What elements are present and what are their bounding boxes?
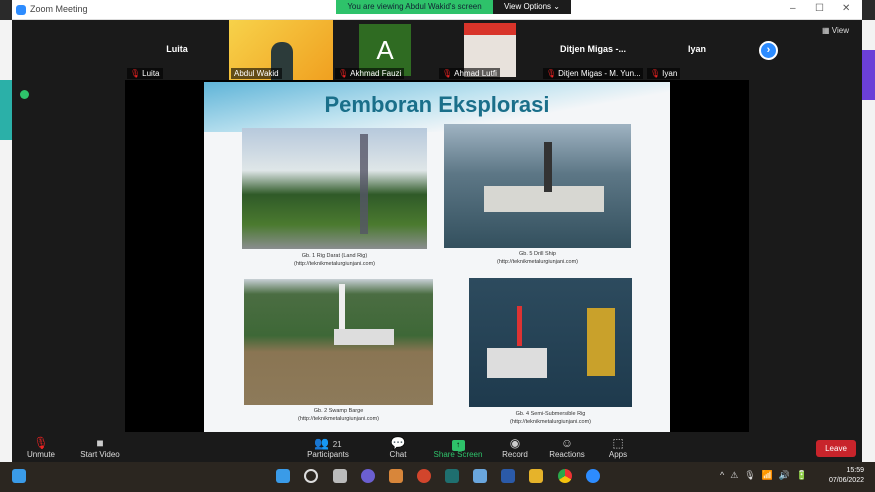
background-app bbox=[0, 20, 12, 462]
participant-tile[interactable]: A 🎙 Akhmad Fauzi bbox=[333, 20, 437, 80]
drill-ship-image bbox=[444, 124, 631, 248]
participant-label: Abdul Wakid bbox=[231, 68, 282, 79]
powerpoint-icon[interactable] bbox=[417, 469, 431, 483]
task-view-icon[interactable] bbox=[333, 469, 347, 483]
apps-button[interactable]: ⬚ Apps bbox=[588, 436, 648, 459]
presentation-slide: Pemboran Eksplorasi Gb. 1 Rig Darat (Lan… bbox=[204, 82, 670, 432]
participant-name: Iyan bbox=[687, 44, 706, 54]
teams-icon[interactable] bbox=[361, 469, 375, 483]
app-icon[interactable] bbox=[445, 469, 459, 483]
close-button[interactable]: ✕ bbox=[842, 3, 850, 14]
zoom-icon[interactable] bbox=[586, 469, 600, 483]
figure-caption: Gb. 1 Rig Darat (Land Rig) (http://teknik… bbox=[293, 253, 375, 267]
participant-label: 🎙 Iyan bbox=[647, 68, 681, 79]
window-title: Zoom Meeting bbox=[30, 4, 88, 14]
notepad-icon[interactable] bbox=[473, 469, 487, 483]
participant-label: 🎙 Akhmad Fauzi bbox=[335, 68, 405, 79]
participant-tile[interactable]: Abdul Wakid bbox=[229, 20, 333, 80]
background-app-right bbox=[862, 20, 875, 462]
zoom-logo-icon bbox=[16, 5, 26, 15]
land-rig-image bbox=[242, 128, 427, 249]
semi-submersible-rig-image bbox=[469, 278, 632, 407]
next-page-button[interactable]: › bbox=[759, 41, 778, 60]
unmute-button[interactable]: 🎙 Unmute bbox=[11, 436, 71, 459]
minimize-button[interactable]: – bbox=[790, 3, 796, 14]
figure-caption: Gb. 5 Drill Ship (http://teknikmetalurgiu… bbox=[496, 251, 578, 265]
apps-icon: ⬚ bbox=[612, 436, 624, 450]
media-player-icon[interactable] bbox=[389, 469, 403, 483]
participant-name: Ditjen Migas -... bbox=[559, 44, 626, 54]
leave-button[interactable]: Leave bbox=[816, 440, 856, 457]
chat-icon: 💬 bbox=[390, 436, 406, 450]
muted-mic-icon: 🎙 bbox=[130, 69, 141, 78]
participant-tile[interactable]: Iyan 🎙 Iyan bbox=[645, 20, 749, 80]
slide-title: Pemboran Eksplorasi bbox=[324, 92, 550, 117]
participant-label: 🎙 Ahmad Lutfi bbox=[439, 68, 500, 79]
participant-tile[interactable]: Luita 🎙 Luita bbox=[125, 20, 229, 80]
file-explorer-icon[interactable] bbox=[529, 469, 543, 483]
viewing-banner: You are viewing Abdul Wakid's screen bbox=[336, 0, 493, 14]
widgets-icon[interactable] bbox=[12, 469, 26, 483]
share-screen-button[interactable]: ↑ Share Screen bbox=[428, 436, 488, 459]
record-button[interactable]: ◉ Record bbox=[485, 436, 545, 459]
figure-caption: Gb. 2 Swamp Barge (http://teknikmetalurgi… bbox=[297, 408, 379, 422]
video-off-icon: ■ bbox=[96, 436, 104, 450]
security-shield-icon bbox=[20, 90, 29, 99]
chat-button[interactable]: 💬 Chat bbox=[368, 436, 428, 459]
start-icon[interactable] bbox=[276, 469, 290, 483]
search-icon[interactable] bbox=[304, 469, 318, 483]
participant-tile[interactable]: 🎙 Ahmad Lutfi bbox=[437, 20, 541, 80]
view-button[interactable]: ▦ View bbox=[822, 26, 849, 35]
participants-icon: 👥 21 bbox=[314, 436, 342, 450]
swamp-barge-image bbox=[244, 279, 433, 405]
figure-caption: Gb. 4 Semi-Submersible Rig (http://teknik… bbox=[509, 411, 591, 425]
participant-tile[interactable]: Ditjen Migas -... 🎙 Ditjen Migas - M. Yun.… bbox=[541, 20, 645, 80]
participant-label: 🎙 Luita bbox=[127, 68, 163, 79]
participant-label: 🎙 Ditjen Migas - M. Yun... bbox=[543, 68, 643, 79]
participant-name: Luita bbox=[166, 44, 188, 54]
muted-mic-icon: 🎙 bbox=[33, 436, 49, 450]
chrome-icon[interactable] bbox=[558, 469, 572, 483]
start-video-button[interactable]: ■ Start Video bbox=[70, 436, 130, 459]
participants-button[interactable]: 👥 21 Participants bbox=[298, 436, 358, 459]
system-tray-icons[interactable]: ^⚠🎙📶🔊🔋 bbox=[720, 470, 813, 481]
clock[interactable]: 15:59 07/06/2022 bbox=[826, 466, 864, 486]
record-icon: ◉ bbox=[509, 436, 521, 450]
view-options-button[interactable]: View Options ⌄ bbox=[493, 0, 571, 14]
word-icon[interactable] bbox=[501, 469, 515, 483]
maximize-button[interactable]: ☐ bbox=[815, 3, 824, 14]
share-screen-icon: ↑ bbox=[428, 436, 488, 451]
